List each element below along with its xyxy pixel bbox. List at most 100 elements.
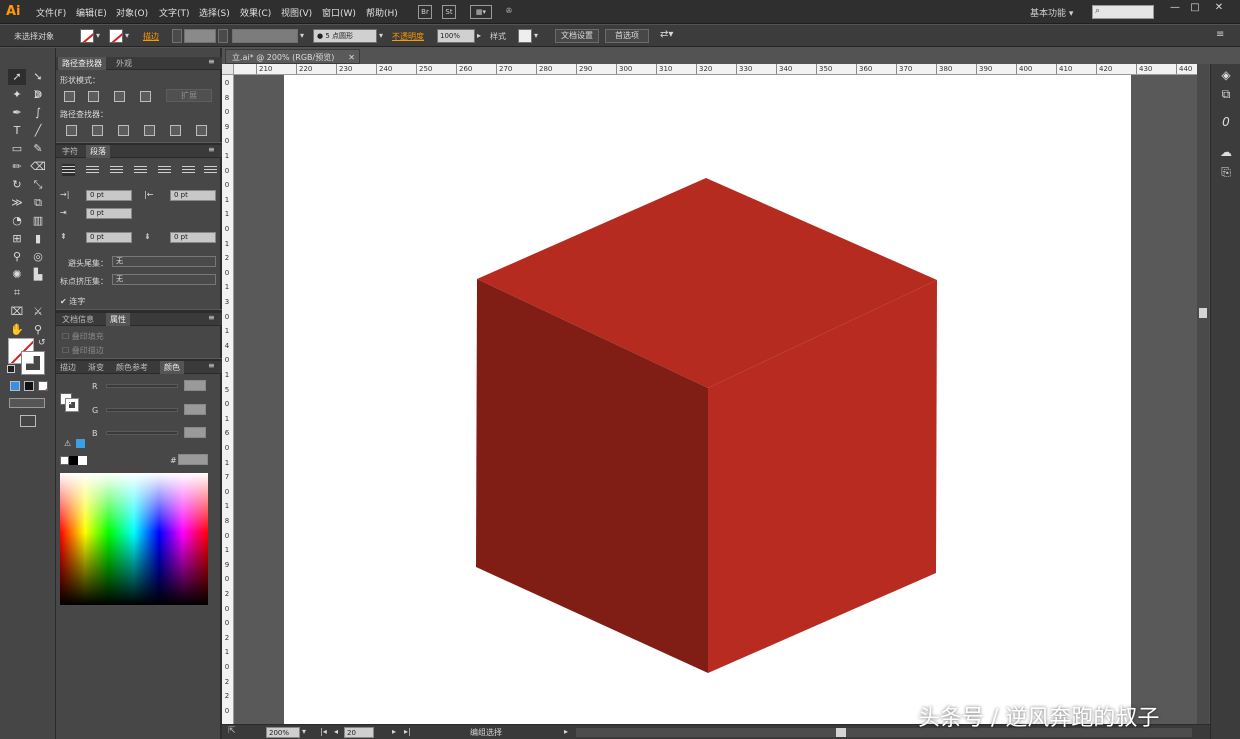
align-center-icon[interactable] [86, 164, 99, 176]
expand-button[interactable]: 扩展 [166, 89, 212, 102]
panel-menu-icon[interactable]: ≡ [208, 145, 215, 154]
last-artboard-icon[interactable]: ▸| [404, 727, 411, 736]
panel-menu-icon[interactable]: ≡ [1216, 29, 1224, 40]
tab-appearance[interactable]: 外观 [112, 57, 136, 70]
next-artboard-icon[interactable]: ▸ [392, 727, 396, 736]
lasso-tool-icon[interactable]: ↇ [29, 87, 47, 103]
eyedropper-tool-icon[interactable]: ⚲ [8, 249, 26, 265]
minimize-button[interactable]: — [1166, 2, 1184, 14]
chevron-down-icon[interactable]: ▾ [379, 31, 383, 40]
cc-libraries-icon[interactable]: ☁ [1218, 144, 1234, 160]
draw-modes-icon[interactable] [9, 398, 45, 408]
tab-gradient[interactable]: 渐变 [84, 361, 108, 374]
minus-front-icon[interactable] [88, 91, 99, 102]
channel-g-slider[interactable] [106, 408, 178, 412]
rectangle-tool-icon[interactable]: ▭ [8, 141, 26, 157]
hand-tool-icon[interactable]: ✋ [8, 322, 26, 338]
panel-menu-icon[interactable]: ≡ [208, 313, 215, 322]
opacity-label[interactable]: 不透明度 [392, 31, 424, 42]
avoid-break-select[interactable]: 无 [112, 256, 216, 267]
brush-definition[interactable]: ● 5 点圆形 [313, 29, 377, 43]
unite-icon[interactable] [64, 91, 75, 102]
opacity-input[interactable]: 100% [437, 29, 475, 43]
share-icon[interactable]: ⇱ [228, 726, 236, 736]
preferences-button[interactable]: 首选项 [605, 29, 649, 43]
channel-g-input[interactable] [184, 404, 206, 415]
status-mode[interactable]: 编组选择 [470, 727, 502, 738]
gradient-tool-icon[interactable]: ▮ [29, 231, 47, 247]
type-tool-icon[interactable]: T [8, 123, 26, 139]
appearance-icon[interactable]: 0 [1218, 114, 1234, 130]
align-options-icon[interactable]: ⇄▾ [660, 29, 673, 40]
pen-tool-icon[interactable]: ✒ [8, 105, 26, 121]
stroke-weight-input[interactable] [184, 29, 216, 43]
align-left-icon[interactable] [62, 164, 75, 176]
left-indent-input[interactable]: 0 pt [86, 190, 132, 201]
divide-icon[interactable] [66, 125, 77, 136]
stock-icon[interactable]: St [442, 5, 456, 19]
document-tab[interactable]: 立.ai* @ 200% (RGB/预览) ✕ [225, 49, 360, 64]
hex-input[interactable] [178, 454, 208, 465]
symbol-sprayer-tool-icon[interactable]: ✺ [8, 267, 26, 283]
direct-selection-tool-icon[interactable]: ➘ [29, 69, 47, 85]
first-artboard-icon[interactable]: |◂ [320, 727, 327, 736]
chevron-down-icon[interactable]: ▾ [302, 727, 306, 736]
stroke-swatch[interactable] [109, 29, 123, 43]
variable-width-profile[interactable] [232, 29, 298, 43]
selection-tool-icon[interactable]: ➚ [8, 69, 26, 85]
menu-effect[interactable]: 效果(C) [240, 6, 271, 19]
zoom-tool-icon[interactable]: ⚲ [29, 322, 47, 338]
menu-window[interactable]: 窗口(W) [322, 6, 356, 19]
perspective-grid-tool-icon[interactable]: ▥ [29, 213, 47, 229]
canvas-area[interactable] [234, 75, 1197, 724]
curvature-tool-icon[interactable]: ∫ [29, 105, 47, 121]
tab-color[interactable]: 颜色 [160, 361, 184, 374]
stroke-color-box[interactable] [21, 351, 45, 375]
chevron-down-icon[interactable]: ▾ [300, 31, 304, 40]
vertical-scrollbar[interactable] [1197, 64, 1209, 724]
menu-edit[interactable]: 编辑(E) [76, 6, 107, 19]
asset-export-icon[interactable]: ⎘ [1218, 164, 1234, 180]
scale-tool-icon[interactable]: ⤡ [29, 177, 47, 193]
slice-tool-icon[interactable]: ⌧ [8, 304, 26, 320]
arrange-documents-icon[interactable]: ▦▾ [470, 5, 492, 19]
chevron-down-icon[interactable]: ▾ [96, 31, 100, 40]
space-after-input[interactable]: 0 pt [170, 232, 216, 243]
paintbrush-tool-icon[interactable]: ✎ [29, 141, 47, 157]
exclude-icon[interactable] [140, 91, 151, 102]
web-safe-color-icon[interactable] [76, 439, 85, 448]
merge-icon[interactable] [118, 125, 129, 136]
justify-left-icon[interactable] [134, 164, 147, 176]
punctuation-select[interactable]: 无 [112, 274, 216, 285]
knife-tool-icon[interactable]: ⚔ [29, 304, 47, 320]
color-stroke-swatch[interactable] [65, 398, 79, 412]
tab-document-info[interactable]: 文档信息 [58, 313, 98, 326]
hyphenation-checkbox[interactable]: ✔ 连字 [60, 296, 85, 307]
rotate-tool-icon[interactable]: ↻ [8, 177, 26, 193]
none-mode-icon[interactable] [38, 381, 48, 391]
channel-r-input[interactable] [184, 380, 206, 391]
artboard-tool-icon[interactable]: ⌗ [8, 285, 26, 301]
cube-artwork[interactable] [234, 75, 1197, 724]
align-right-icon[interactable] [110, 164, 123, 176]
ruler-origin[interactable] [222, 64, 234, 75]
width-tool-icon[interactable]: ≫ [8, 195, 26, 211]
tab-attributes[interactable]: 属性 [106, 313, 130, 326]
default-colors-icon[interactable] [7, 365, 15, 373]
close-tab-icon[interactable]: ✕ [348, 50, 355, 65]
justify-right-icon[interactable] [182, 164, 195, 176]
first-line-indent-input[interactable]: 0 pt [86, 208, 132, 219]
out-of-gamut-icon[interactable]: ⚠ [64, 439, 71, 448]
menu-select[interactable]: 选择(S) [199, 6, 230, 19]
justify-all-icon[interactable] [204, 164, 217, 176]
panel-menu-icon[interactable]: ≡ [208, 57, 215, 66]
channel-b-input[interactable] [184, 427, 206, 438]
trim-icon[interactable] [92, 125, 103, 136]
shape-builder-tool-icon[interactable]: ◔ [8, 213, 26, 229]
color-mode-icon[interactable] [10, 381, 20, 391]
white-swatch[interactable] [78, 456, 87, 465]
mesh-tool-icon[interactable]: ⊞ [8, 231, 26, 247]
pencil-tool-icon[interactable]: ✏ [8, 159, 26, 175]
overprint-fill-checkbox[interactable]: ☐ 叠印填充 [62, 331, 104, 342]
horizontal-scroll-thumb[interactable] [836, 728, 846, 737]
